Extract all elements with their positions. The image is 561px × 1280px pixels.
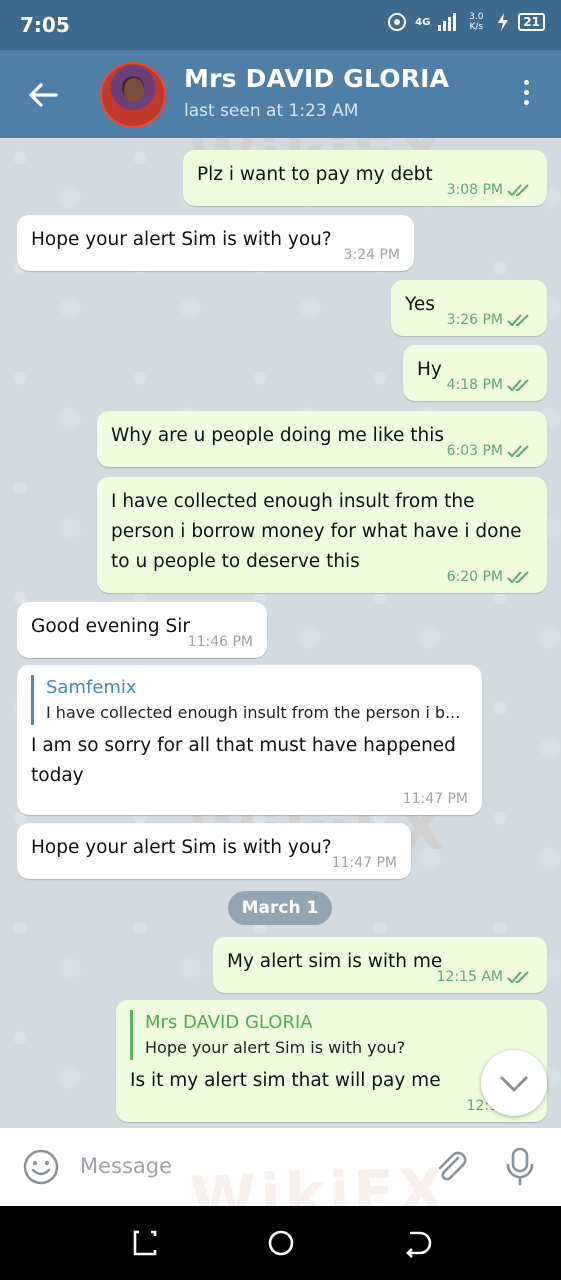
- message-meta: 4:18 PM: [447, 377, 533, 393]
- message-time: 3:08 PM: [446, 182, 503, 198]
- microphone-icon[interactable]: [502, 1146, 538, 1186]
- message-bubble-outgoing[interactable]: Yes 3:26 PM: [391, 280, 547, 336]
- reply-quote[interactable]: Samfemix I have collected enough insult …: [31, 675, 468, 725]
- back-arrow-icon[interactable]: [26, 78, 60, 112]
- message-meta: 3:08 PM: [447, 182, 533, 198]
- reply-snippet: I have collected enough insult from the …: [46, 703, 461, 722]
- reply-quote[interactable]: Mrs DAVID GLORIA Hope your alert Sim is …: [130, 1010, 533, 1060]
- chat-area[interactable]: WikiFX WikiFX Plz i want to pay my debt …: [0, 138, 561, 1128]
- emoji-icon[interactable]: [22, 1148, 60, 1186]
- message-meta: 11:47 PM: [332, 855, 397, 871]
- message-meta: 3:26 PM: [447, 312, 533, 328]
- message-text: Good evening Sir: [31, 616, 191, 637]
- message-text: Plz i want to pay my debt: [197, 164, 433, 185]
- net-speed: 3.0 K/s: [469, 12, 484, 32]
- status-bar: 7:05 4G 3.0 K/s 21: [0, 0, 561, 50]
- message-bubble-outgoing[interactable]: Plz i want to pay my debt 3:08 PM: [183, 150, 547, 206]
- reply-author: Samfemix: [46, 677, 137, 698]
- network-type: 4G: [415, 16, 431, 28]
- message-time: 4:18 PM: [446, 377, 503, 393]
- read-double-check-icon: [507, 379, 529, 392]
- message-time: 6:03 PM: [446, 443, 503, 459]
- chat-title[interactable]: Mrs DAVID GLORIA: [184, 64, 449, 93]
- message-text: I have collected enough insult from the …: [111, 491, 528, 572]
- message-text: Yes: [405, 294, 435, 315]
- chevron-down-icon: [500, 1076, 528, 1092]
- date-separator: March 1: [228, 891, 332, 925]
- message-meta: 3:24 PM: [344, 247, 400, 263]
- message-meta: 11:47 PM: [403, 791, 468, 807]
- home-icon[interactable]: [266, 1228, 296, 1258]
- message-time: 12:15 AM: [436, 969, 503, 985]
- status-icons: 4G 3.0 K/s 21: [387, 12, 545, 32]
- message-text: I am so sorry for all that must have hap…: [31, 735, 462, 786]
- message-text: Hy: [417, 359, 442, 380]
- message-text: Hope your alert Sim is with you?: [31, 837, 332, 858]
- scroll-down-button[interactable]: [481, 1050, 547, 1116]
- message-bubble-outgoing[interactable]: Hy 4:18 PM: [403, 345, 547, 401]
- message-time: 11:47 PM: [331, 855, 397, 871]
- signal-icon: [438, 13, 457, 31]
- system-nav-bar: [0, 1206, 561, 1280]
- message-meta: 12:15 AM: [437, 969, 533, 985]
- message-bubble-incoming[interactable]: Good evening Sir 11:46 PM: [17, 602, 267, 658]
- message-meta: 6:03 PM: [447, 443, 533, 459]
- battery-icon: 21: [518, 13, 545, 31]
- message-bubble-incoming[interactable]: Hope your alert Sim is with you? 3:24 PM: [17, 215, 414, 271]
- message-meta: 6:20 PM: [447, 569, 533, 585]
- message-meta: 11:46 PM: [188, 634, 253, 650]
- message-bubble-outgoing[interactable]: I have collected enough insult from the …: [97, 477, 547, 593]
- charging-icon: [498, 13, 509, 31]
- message-bubble-incoming[interactable]: Hope your alert Sim is with you? 11:47 P…: [17, 823, 411, 879]
- message-time: 6:20 PM: [446, 569, 503, 585]
- chat-header: Mrs DAVID GLORIA last seen at 1:23 AM: [0, 50, 561, 138]
- message-bubble-outgoing[interactable]: My alert sim is with me 12:15 AM: [213, 937, 547, 993]
- message-time: 3:26 PM: [446, 312, 503, 328]
- reply-snippet: Hope your alert Sim is with you?: [145, 1038, 406, 1057]
- avatar[interactable]: [100, 62, 166, 128]
- message-text: Is it my alert sim that will pay me: [130, 1070, 441, 1091]
- message-time: 11:46 PM: [187, 634, 253, 650]
- reply-author: Mrs DAVID GLORIA: [145, 1012, 313, 1033]
- message-time: 3:24 PM: [343, 247, 400, 263]
- message-bubble-incoming[interactable]: Samfemix I have collected enough insult …: [17, 665, 482, 815]
- more-menu-icon[interactable]: [521, 80, 531, 108]
- recent-apps-icon[interactable]: [130, 1228, 160, 1258]
- message-bubble-outgoing[interactable]: Why are u people doing me like this 6:03…: [97, 411, 547, 467]
- read-double-check-icon: [507, 184, 529, 197]
- message-text: Why are u people doing me like this: [111, 425, 445, 446]
- message-time: 11:47 PM: [402, 791, 468, 807]
- read-double-check-icon: [507, 445, 529, 458]
- message-text: Hope your alert Sim is with you?: [31, 229, 332, 250]
- back-nav-icon[interactable]: [402, 1228, 432, 1258]
- read-double-check-icon: [507, 314, 529, 327]
- last-seen-status: last seen at 1:23 AM: [184, 101, 359, 121]
- read-double-check-icon: [507, 971, 529, 984]
- status-time: 7:05: [20, 13, 70, 37]
- read-double-check-icon: [507, 571, 529, 584]
- hotspot-icon: [388, 13, 407, 31]
- message-text: My alert sim is with me: [227, 951, 443, 972]
